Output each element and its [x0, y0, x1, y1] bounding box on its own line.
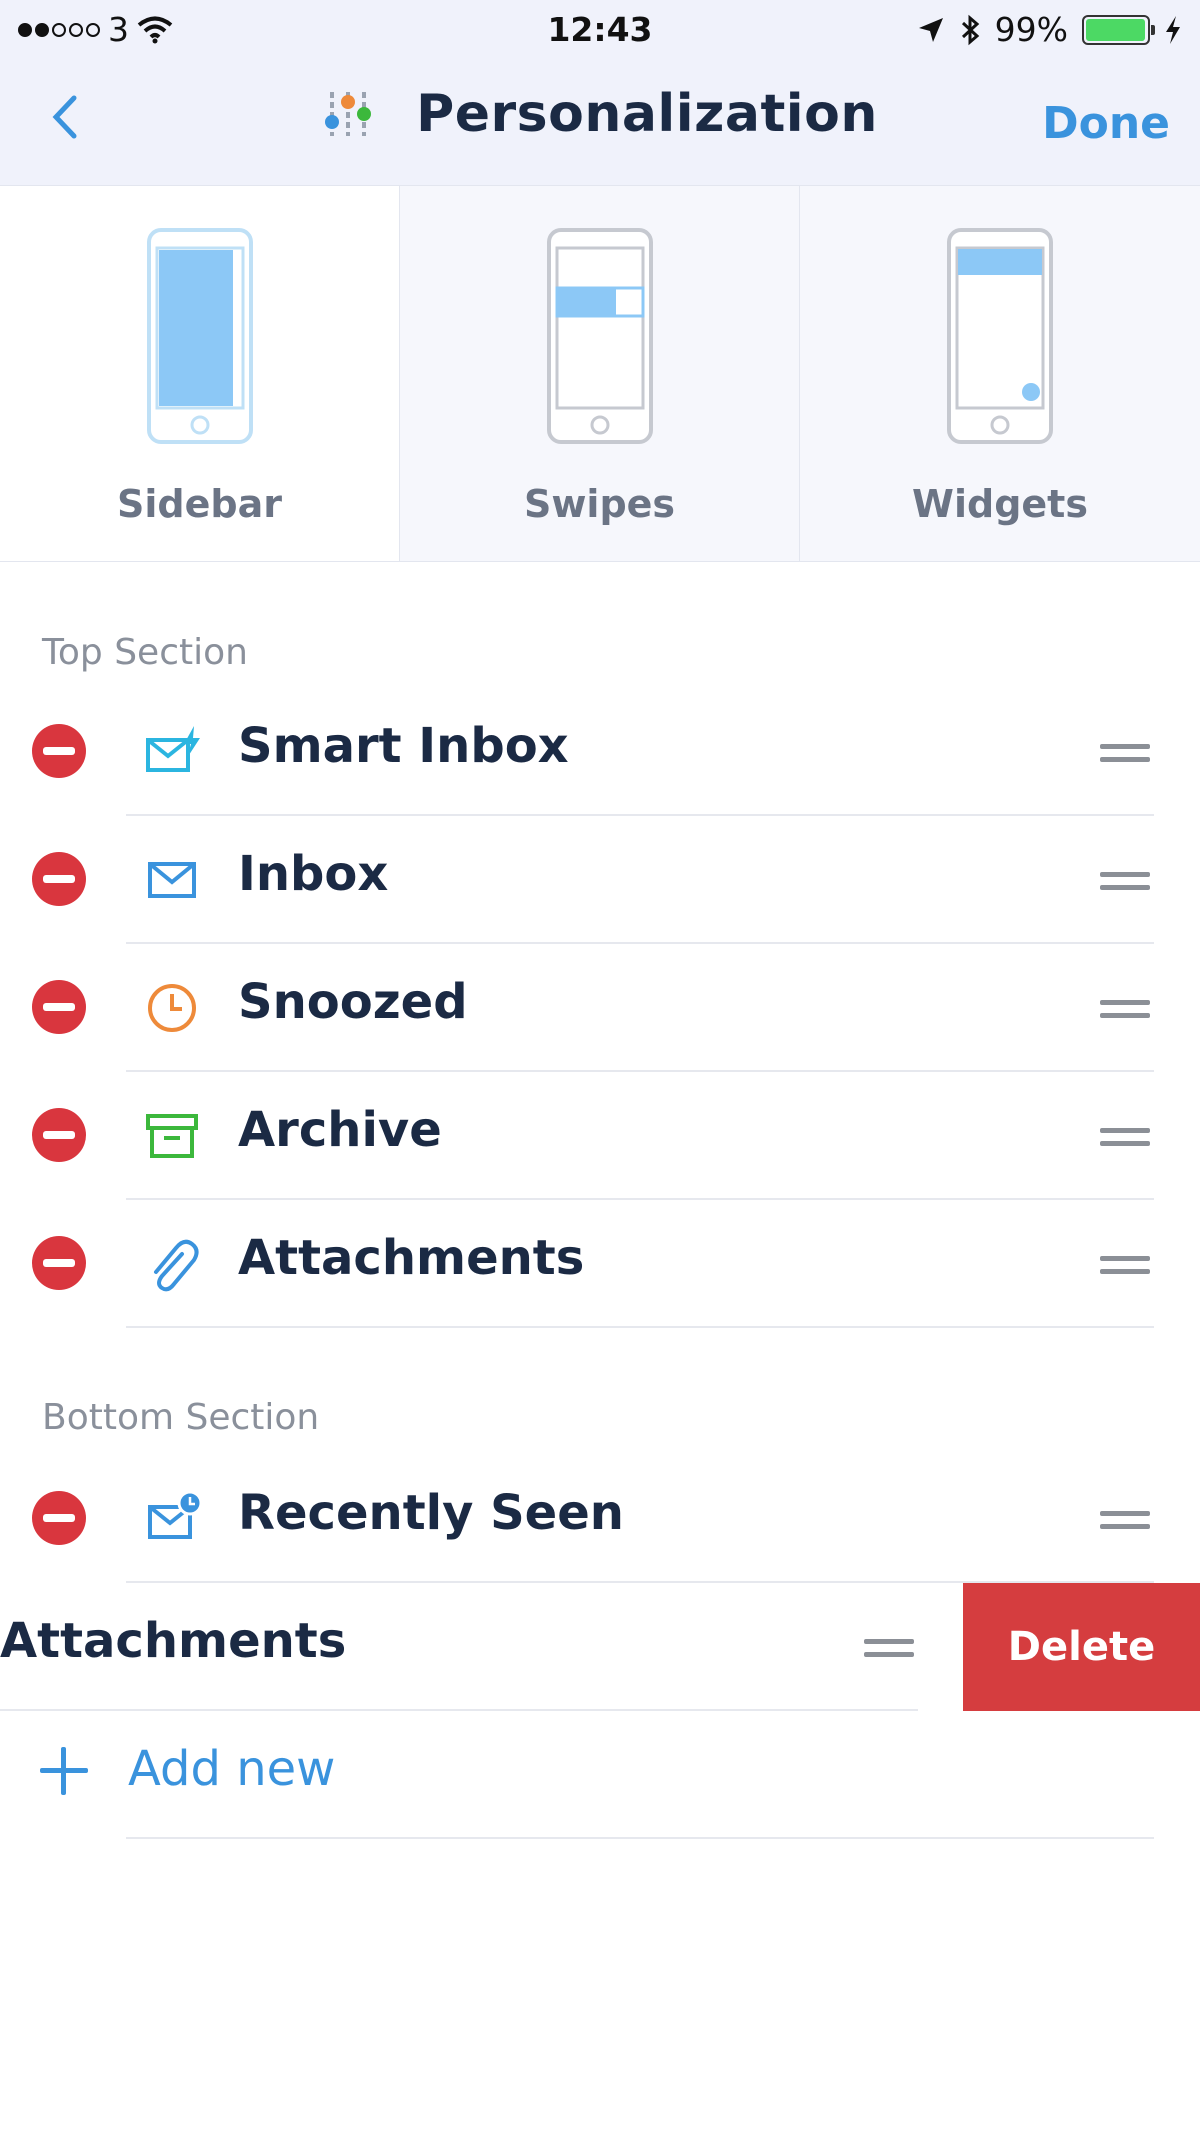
widgets-phone-icon — [947, 228, 1053, 444]
list-item-smart-inbox: Smart Inbox — [0, 688, 1200, 816]
drag-handle-icon[interactable] — [1100, 1256, 1150, 1276]
tab-widgets[interactable]: Widgets — [800, 186, 1200, 561]
top-section-title: Top Section — [42, 632, 248, 673]
list-item-archive: Archive — [0, 1072, 1200, 1200]
tab-widgets-label: Widgets — [912, 482, 1088, 526]
title-group: Personalization — [0, 84, 1200, 144]
swipes-phone-icon — [547, 228, 653, 444]
add-new-row[interactable]: Add new — [0, 1711, 1200, 1839]
remove-button[interactable] — [32, 1491, 86, 1545]
list-item-label: Attachments — [238, 1230, 585, 1286]
drag-handle-icon[interactable] — [1100, 1128, 1150, 1148]
status-bar: 3 12:43 99% — [0, 0, 1200, 62]
remove-button[interactable] — [32, 1236, 86, 1290]
drag-handle-icon[interactable] — [1100, 1000, 1150, 1020]
drag-handle-icon[interactable] — [1100, 872, 1150, 892]
paperclip-icon — [154, 1239, 199, 1292]
delete-button[interactable]: Delete — [963, 1583, 1200, 1711]
top-bar: 3 12:43 99% Personalization Done — [0, 0, 1200, 186]
list-item-inbox: Inbox — [0, 816, 1200, 944]
list-item-snoozed: Snoozed — [0, 944, 1200, 1072]
archive-icon — [146, 1114, 198, 1158]
inbox-icon — [148, 862, 196, 898]
add-new-label: Add new — [128, 1741, 336, 1797]
list-item-label: Recently Seen — [238, 1485, 624, 1541]
navigation-bar: Personalization Done — [0, 70, 1200, 170]
page-title: Personalization — [416, 84, 878, 144]
battery-percent: 99% — [994, 10, 1068, 49]
battery-icon — [1082, 14, 1155, 45]
list-item-attachments: Attachments — [0, 1200, 1200, 1328]
location-icon — [918, 17, 943, 42]
status-right: 99% — [917, 10, 1182, 49]
list-item-label: Smart Inbox — [238, 718, 569, 774]
sliders-icon — [325, 92, 372, 136]
remove-button[interactable] — [32, 852, 86, 906]
list-item-recently-seen: Recently Seen — [0, 1455, 1200, 1583]
bluetooth-icon — [961, 14, 979, 45]
row-separator — [126, 1326, 1154, 1328]
smart-inbox-icon — [146, 726, 200, 772]
charging-icon — [1166, 15, 1180, 44]
list-item-label: Snoozed — [238, 974, 468, 1030]
sidebar-phone-icon — [147, 228, 253, 444]
remove-button[interactable] — [32, 724, 86, 778]
list-item-attachments-swiped: Attachments Delete — [0, 1583, 1200, 1711]
bottom-section-title: Bottom Section — [42, 1397, 320, 1438]
drag-handle-icon[interactable] — [1100, 1511, 1150, 1531]
tab-swipes[interactable]: Swipes — [400, 186, 800, 561]
recently-seen-icon — [148, 1491, 202, 1539]
tab-swipes-label: Swipes — [523, 482, 676, 526]
list-item-label: Archive — [238, 1102, 442, 1158]
plus-icon — [40, 1747, 88, 1795]
mode-selector: Sidebar Swipes Widgets — [0, 186, 1200, 562]
remove-button[interactable] — [32, 1108, 86, 1162]
drag-handle-icon[interactable] — [1100, 744, 1150, 764]
row-separator — [126, 1837, 1154, 1839]
list-item-label: Inbox — [238, 846, 389, 902]
tab-sidebar[interactable]: Sidebar — [0, 186, 400, 561]
tab-sidebar-label: Sidebar — [117, 482, 282, 526]
done-button[interactable]: Done — [1042, 98, 1170, 149]
list-item-label: Attachments — [0, 1613, 347, 1669]
clock-icon — [148, 984, 196, 1032]
remove-button[interactable] — [32, 980, 86, 1034]
drag-handle-icon[interactable] — [864, 1639, 914, 1659]
